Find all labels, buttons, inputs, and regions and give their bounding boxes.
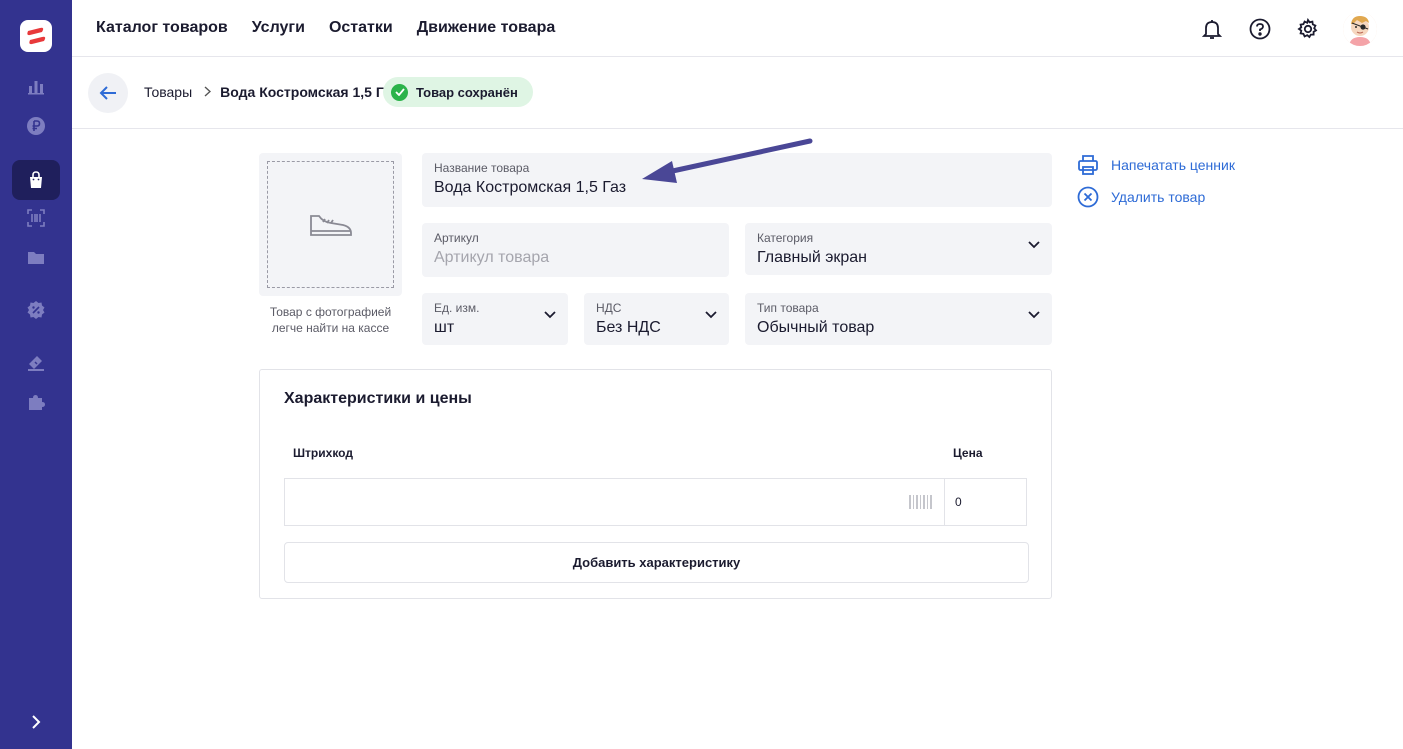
unit-select[interactable]: Ед. изм. шт <box>422 293 568 345</box>
chevron-down-icon <box>705 311 717 319</box>
product-name-field[interactable]: Название товара Вода Костромская 1,5 Газ <box>422 153 1052 207</box>
vat-value: Без НДС <box>596 319 661 336</box>
gear-icon[interactable] <box>1295 16 1321 42</box>
avatar-illustration <box>1343 12 1377 46</box>
chevron-down-icon <box>544 311 556 319</box>
breadcrumb-bar: Товары Вода Костромская 1,5 Газ Товар со… <box>72 57 1403 129</box>
ticket-icon[interactable] <box>22 348 50 376</box>
photo-hint-line-1: Товар с фотографией <box>269 305 392 319</box>
app-logo[interactable] <box>20 20 52 52</box>
print-price-tag-link[interactable]: Напечатать ценник <box>1077 154 1235 176</box>
sidebar-expand-chevron-icon[interactable] <box>22 708 50 736</box>
breadcrumb: Товары Вода Костромская 1,5 Газ <box>144 84 399 100</box>
category-select[interactable]: Категория Главный экран <box>745 223 1052 275</box>
photo-hint-line-2: легче найти на кассе <box>271 321 390 335</box>
sneaker-icon <box>309 214 352 236</box>
printer-icon <box>1078 155 1098 175</box>
chart-icon[interactable] <box>22 72 50 100</box>
nav-catalog[interactable]: Каталог товаров <box>96 19 228 37</box>
product-actions: Напечатать ценник Удалить товар <box>1077 154 1235 218</box>
category-label: Категория <box>757 231 814 245</box>
check-circle-icon <box>391 83 408 101</box>
close-circle-icon <box>1077 186 1099 208</box>
price-column-header: Цена <box>953 446 983 460</box>
photo-drop-zone[interactable] <box>267 161 394 288</box>
nav-services[interactable]: Услуги <box>252 19 305 37</box>
avatar[interactable] <box>1343 12 1377 46</box>
barcode-icon[interactable] <box>909 495 932 509</box>
nav-stock[interactable]: Остатки <box>329 19 393 37</box>
product-type-value: Обычный товар <box>757 319 875 336</box>
barcode-scan-icon[interactable] <box>22 204 50 232</box>
vat-label: НДС <box>596 301 622 315</box>
vat-select[interactable]: НДС Без НДС <box>584 293 729 345</box>
bell-icon[interactable] <box>1199 16 1225 42</box>
sidebar <box>0 0 72 749</box>
sku-label: Артикул <box>434 231 479 245</box>
photo-hint: Товар с фотографией легче найти на кассе <box>259 304 402 336</box>
shopping-bag-icon[interactable] <box>22 166 50 194</box>
barcode-column-header: Штрихкод <box>293 446 353 460</box>
product-type-select[interactable]: Тип товара Обычный товар <box>745 293 1052 345</box>
delete-product-label: Удалить товар <box>1111 189 1206 205</box>
sku-field[interactable]: Артикул Артикул товара <box>422 223 729 277</box>
main-nav: Каталог товаров Услуги Остатки Движение … <box>96 19 555 37</box>
barcode-input[interactable] <box>285 479 945 525</box>
status-badge-text: Товар сохранён <box>416 84 518 100</box>
characteristics-title: Характеристики и цены <box>284 390 472 407</box>
arrow-left-icon <box>99 86 116 100</box>
logo-icon <box>27 27 46 45</box>
discount-icon[interactable] <box>22 296 50 324</box>
sku-placeholder[interactable]: Артикул товара <box>434 249 717 267</box>
folder-icon[interactable] <box>22 244 50 272</box>
ruble-icon[interactable] <box>22 112 50 140</box>
photo-uploader <box>259 153 402 296</box>
characteristic-row: 0 <box>284 478 1027 526</box>
add-characteristic-button[interactable]: Добавить характеристику <box>284 542 1029 583</box>
category-value: Главный экран <box>757 249 868 266</box>
top-bar: Каталог товаров Услуги Остатки Движение … <box>72 0 1403 57</box>
delete-product-link[interactable]: Удалить товар <box>1077 186 1235 208</box>
nav-movement[interactable]: Движение товара <box>417 19 556 37</box>
product-name-label: Название товара <box>434 161 530 175</box>
status-badge: Товар сохранён <box>383 77 533 107</box>
back-button[interactable] <box>88 73 128 113</box>
chevron-down-icon <box>1028 241 1040 249</box>
product-type-label: Тип товара <box>757 301 819 315</box>
characteristics-card: Характеристики и цены Штрихкод Цена 0 До… <box>259 369 1052 599</box>
breadcrumb-parent[interactable]: Товары <box>144 84 192 100</box>
top-icons <box>1199 12 1377 46</box>
breadcrumb-current: Вода Костромская 1,5 Газ <box>220 84 399 100</box>
product-name-value[interactable]: Вода Костромская 1,5 Газ <box>434 179 1040 197</box>
print-price-tag-label: Напечатать ценник <box>1111 157 1235 173</box>
unit-label: Ед. изм. <box>434 301 480 315</box>
chevron-down-icon <box>1028 311 1040 319</box>
chevron-right-icon <box>204 85 212 100</box>
help-icon[interactable] <box>1247 16 1273 42</box>
unit-value: шт <box>434 319 455 336</box>
price-input[interactable]: 0 <box>946 479 1026 525</box>
puzzle-icon[interactable] <box>22 388 50 416</box>
